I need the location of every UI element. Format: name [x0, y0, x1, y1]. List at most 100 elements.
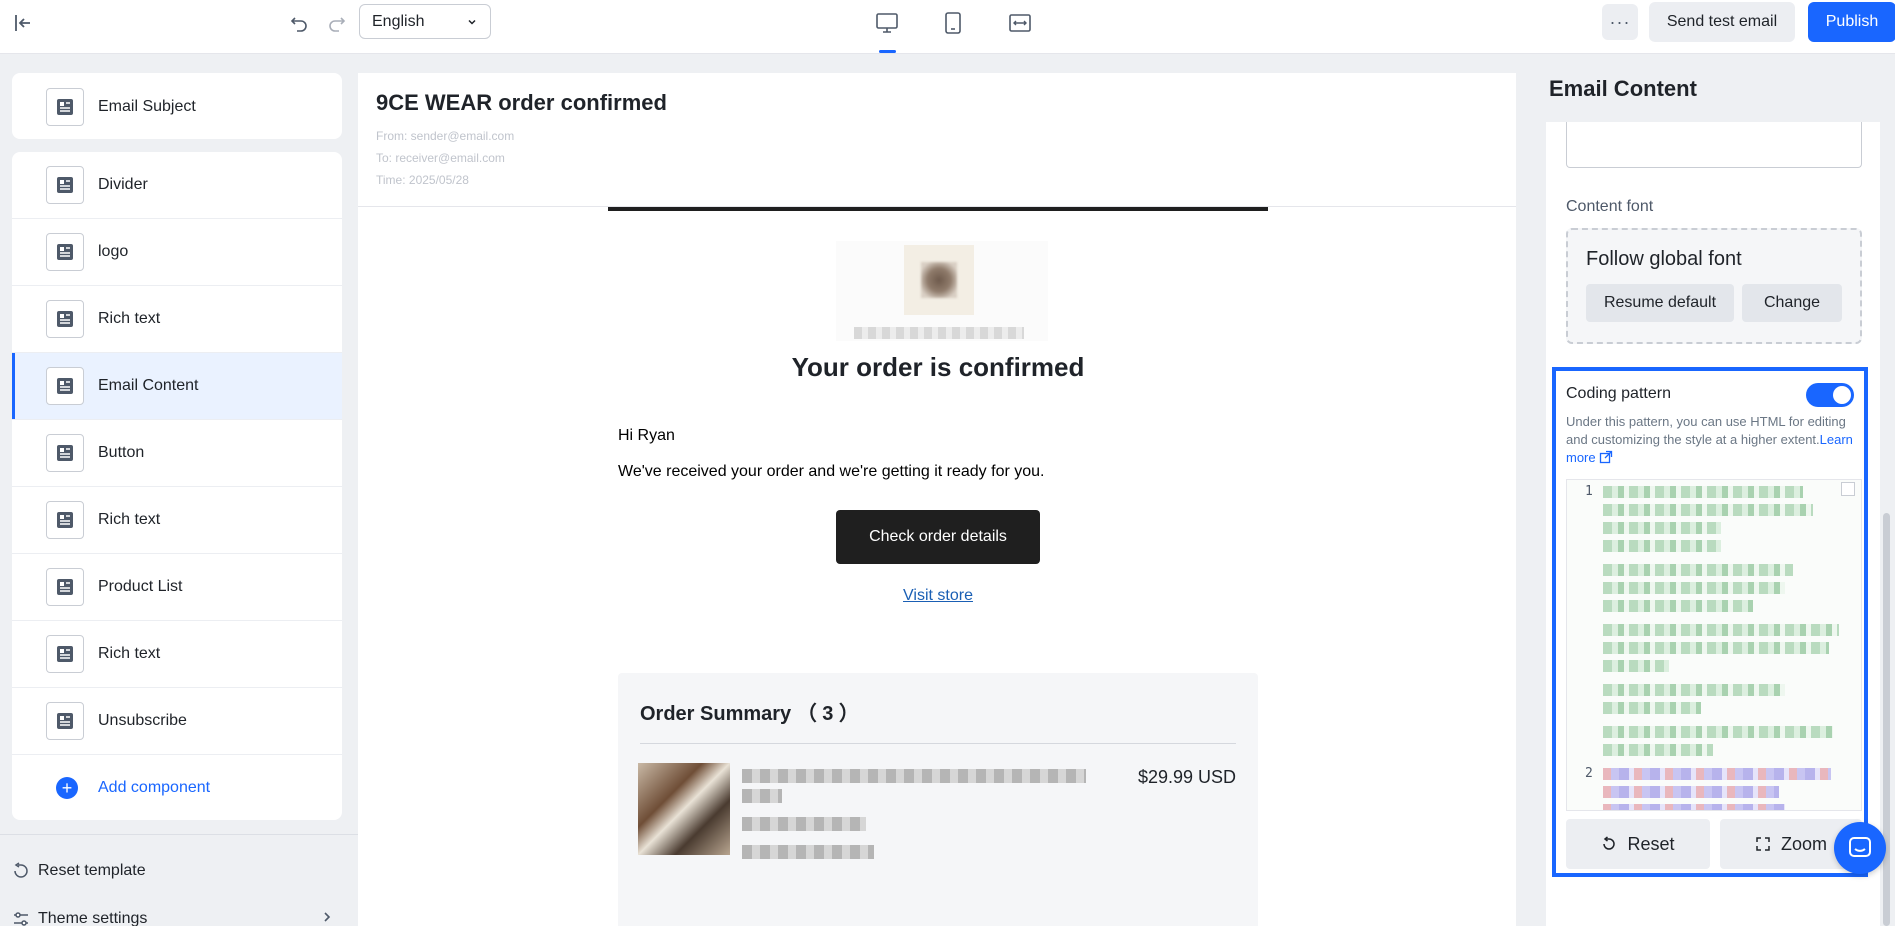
order-summary-title: Order Summary （ 3 ）: [640, 703, 859, 725]
left-footer: Reset template Theme settings: [0, 834, 358, 926]
summary-divider: [640, 743, 1236, 744]
language-value: English: [372, 12, 425, 30]
code-line: [1603, 684, 1785, 696]
code-line: [1603, 564, 1793, 576]
code-line: [1603, 624, 1839, 636]
code-reset-label: Reset: [1627, 833, 1675, 854]
reset-template-button[interactable]: Reset template: [12, 859, 146, 883]
code-line: [1603, 504, 1813, 516]
redo-icon[interactable]: [324, 10, 350, 36]
theme-settings-button[interactable]: Theme settings: [12, 907, 342, 926]
email-subject-card[interactable]: Email Subject: [12, 73, 342, 139]
components-panel: Email Subject Divider logo Rich text Ema…: [0, 54, 358, 926]
coding-pattern-section: Coding pattern Under this pattern, you c…: [1552, 367, 1868, 877]
component-label: Rich text: [98, 511, 161, 528]
store-logo: [836, 241, 1048, 341]
more-options-button[interactable]: ···: [1602, 4, 1638, 40]
logo-image: [904, 245, 974, 315]
previous-text-field[interactable]: [1566, 122, 1862, 168]
divider-line: [608, 207, 1268, 211]
component-list: Divider logo Rich text Email Content But…: [12, 152, 342, 820]
chat-icon: [1849, 837, 1871, 857]
code-line: [1603, 600, 1753, 612]
change-font-button[interactable]: Change: [1742, 284, 1842, 322]
check-order-details-button[interactable]: Check order details: [836, 510, 1040, 564]
block-icon: [46, 233, 84, 271]
component-unsubscribe[interactable]: Unsubscribe: [12, 688, 342, 755]
publish-button[interactable]: Publish: [1808, 2, 1895, 42]
block-icon: [46, 501, 84, 539]
code-zoom-label: Zoom: [1780, 833, 1827, 854]
chevron-right-icon: [320, 910, 342, 926]
email-to: To: receiver@email.com: [376, 151, 505, 165]
component-divider[interactable]: Divider: [12, 152, 342, 219]
coding-pattern-label: Coding pattern: [1566, 385, 1671, 402]
component-email-content[interactable]: Email Content: [12, 353, 342, 420]
email-title: 9CE WEAR order confirmed: [376, 90, 667, 115]
code-reset-button[interactable]: Reset: [1566, 819, 1710, 869]
undo-icon[interactable]: [286, 10, 312, 36]
component-logo[interactable]: logo: [12, 219, 342, 286]
block-icon: [46, 434, 84, 472]
editor-scroll-handle[interactable]: [1841, 482, 1855, 496]
code-line: [1603, 660, 1669, 672]
component-label: Email Subject: [98, 97, 196, 115]
code-line: [1603, 744, 1713, 756]
code-line: [1603, 804, 1785, 810]
component-email-subject[interactable]: Email Subject: [12, 73, 342, 140]
component-button[interactable]: Button: [12, 420, 342, 487]
expand-icon: [1756, 837, 1770, 851]
coding-pattern-toggle[interactable]: [1806, 383, 1854, 407]
sliders-icon: [14, 912, 28, 926]
order-received-text: We've received your order and we're gett…: [618, 463, 1045, 480]
component-rich-text[interactable]: Rich text: [12, 286, 342, 353]
coding-pattern-description: Under this pattern, you can use HTML for…: [1566, 413, 1856, 467]
component-label: Product List: [98, 578, 183, 595]
desktop-view-icon[interactable]: [869, 6, 905, 40]
code-line: [1603, 522, 1721, 534]
add-component-label: Add component: [98, 779, 211, 796]
component-label: Unsubscribe: [98, 712, 187, 729]
add-component-button[interactable]: + Add component: [12, 755, 342, 820]
reset-template-label: Reset template: [38, 862, 146, 879]
settings-scrollbar[interactable]: [1883, 513, 1890, 926]
settings-panel-title: Email Content: [1549, 76, 1697, 101]
product-name-placeholder: [742, 769, 1086, 783]
content-font-box: Follow global font Resume default Change: [1566, 228, 1862, 344]
code-line: [1603, 540, 1721, 552]
product-image: [638, 763, 730, 855]
component-label: Divider: [98, 176, 148, 193]
external-link-icon[interactable]: [1599, 450, 1613, 464]
reset-icon: [14, 862, 28, 878]
exit-icon[interactable]: [10, 10, 36, 36]
product-price: $29.99 USD: [1137, 767, 1236, 787]
code-line: [1603, 786, 1779, 798]
block-icon: [46, 367, 84, 405]
chat-support-button[interactable]: [1834, 822, 1886, 874]
fullscreen-view-icon[interactable]: [1002, 6, 1038, 40]
component-label: logo: [98, 243, 129, 260]
block-icon: [46, 568, 84, 606]
language-select[interactable]: English: [359, 4, 491, 39]
component-rich-text[interactable]: Rich text: [12, 621, 342, 688]
component-label: Button: [98, 444, 145, 461]
theme-settings-label: Theme settings: [38, 910, 148, 926]
block-icon: [46, 166, 84, 204]
component-label: Rich text: [98, 310, 161, 327]
component-label: Rich text: [98, 645, 161, 662]
html-code-editor[interactable]: 1 2: [1566, 479, 1862, 811]
component-rich-text[interactable]: Rich text: [12, 487, 342, 554]
settings-body: Content font Follow global font Resume d…: [1546, 122, 1880, 926]
coding-description-text: Under this pattern, you can use HTML for…: [1566, 414, 1846, 447]
product-name-placeholder: [742, 789, 782, 803]
block-icon: [46, 702, 84, 740]
mobile-view-icon[interactable]: [935, 6, 971, 40]
component-product-list[interactable]: Product List: [12, 554, 342, 621]
top-toolbar: English ··· Send test email Publish: [0, 0, 1895, 54]
send-test-email-button[interactable]: Send test email: [1649, 2, 1795, 42]
logo-caption-placeholder: [854, 327, 1024, 339]
resume-default-button[interactable]: Resume default: [1586, 284, 1734, 322]
greeting-text: Hi Ryan: [618, 427, 675, 444]
content-font-label: Content font: [1566, 198, 1654, 215]
visit-store-link[interactable]: Visit store: [608, 587, 1268, 605]
